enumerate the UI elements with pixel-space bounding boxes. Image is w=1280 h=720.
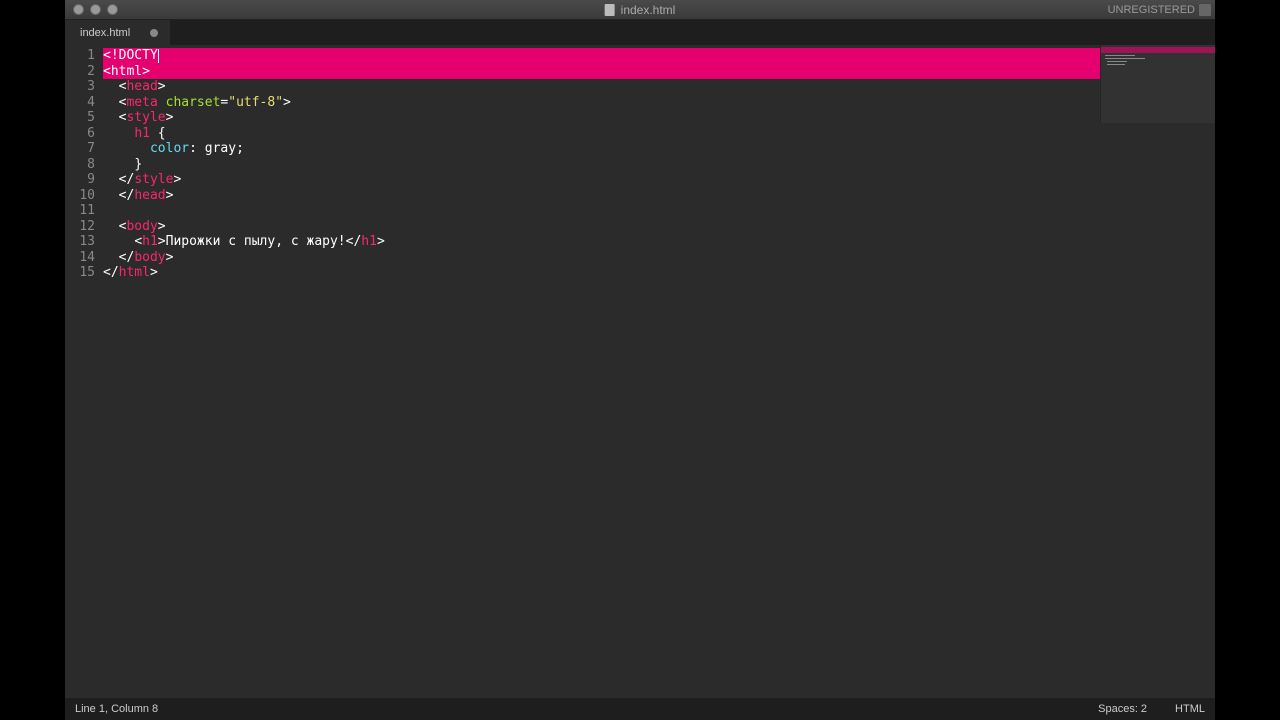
code-line[interactable]: } (103, 157, 1215, 173)
line-number: 12 (65, 219, 95, 235)
line-number: 7 (65, 141, 95, 157)
line-number: 4 (65, 95, 95, 111)
code-area[interactable]: <!DOCTY<html> <head> <meta charset="utf-… (103, 45, 1215, 698)
status-lang[interactable]: HTML (1175, 703, 1205, 715)
status-cursor[interactable]: Line 1, Column 8 (75, 703, 158, 715)
status-spaces[interactable]: Spaces: 2 (1098, 703, 1147, 715)
code-line[interactable]: <html> (103, 64, 1215, 80)
code-line[interactable]: </body> (103, 250, 1215, 266)
code-line[interactable]: </html> (103, 265, 1215, 281)
tab-label: index.html (80, 27, 130, 39)
line-number: 10 (65, 188, 95, 204)
line-number: 13 (65, 234, 95, 250)
window-title: index.html (605, 3, 676, 17)
title-text: index.html (621, 3, 676, 17)
code-line[interactable]: <head> (103, 79, 1215, 95)
tab-index-html[interactable]: index.html (65, 20, 170, 45)
dirty-indicator-icon (150, 29, 158, 37)
line-number: 1 (65, 48, 95, 64)
line-number: 11 (65, 203, 95, 219)
titlebar: index.html UNREGISTERED (65, 0, 1215, 20)
line-number: 5 (65, 110, 95, 126)
code-line[interactable]: <body> (103, 219, 1215, 235)
code-line[interactable]: </head> (103, 188, 1215, 204)
minimize-icon[interactable] (90, 4, 101, 15)
line-number: 2 (65, 64, 95, 80)
code-line[interactable]: </style> (103, 172, 1215, 188)
close-icon[interactable] (73, 4, 84, 15)
line-number: 15 (65, 265, 95, 281)
editor-window: index.html UNREGISTERED index.html 12345… (65, 0, 1215, 720)
expand-icon[interactable] (1199, 4, 1211, 16)
registration-label: UNREGISTERED (1108, 4, 1195, 16)
file-icon (605, 4, 615, 16)
line-number: 9 (65, 172, 95, 188)
line-number: 6 (65, 126, 95, 142)
line-number: 14 (65, 250, 95, 266)
caret-icon (158, 49, 159, 63)
code-line[interactable]: <h1>Пирожки с пылу, с жару!</h1> (103, 234, 1215, 250)
line-number: 8 (65, 157, 95, 173)
editor-area[interactable]: 123456789101112131415 <!DOCTY<html> <hea… (65, 45, 1215, 698)
zoom-icon[interactable] (107, 4, 118, 15)
traffic-lights (65, 4, 118, 15)
code-line[interactable]: h1 { (103, 126, 1215, 142)
code-line[interactable]: <style> (103, 110, 1215, 126)
gutter: 123456789101112131415 (65, 45, 103, 698)
tab-bar: index.html (65, 20, 1215, 45)
code-line[interactable]: color: gray; (103, 141, 1215, 157)
code-line[interactable]: <!DOCTY (103, 48, 1215, 64)
code-line[interactable] (103, 203, 1215, 219)
code-line[interactable]: <meta charset="utf-8"> (103, 95, 1215, 111)
status-bar: Line 1, Column 8 Spaces: 2 HTML (65, 698, 1215, 720)
line-number: 3 (65, 79, 95, 95)
